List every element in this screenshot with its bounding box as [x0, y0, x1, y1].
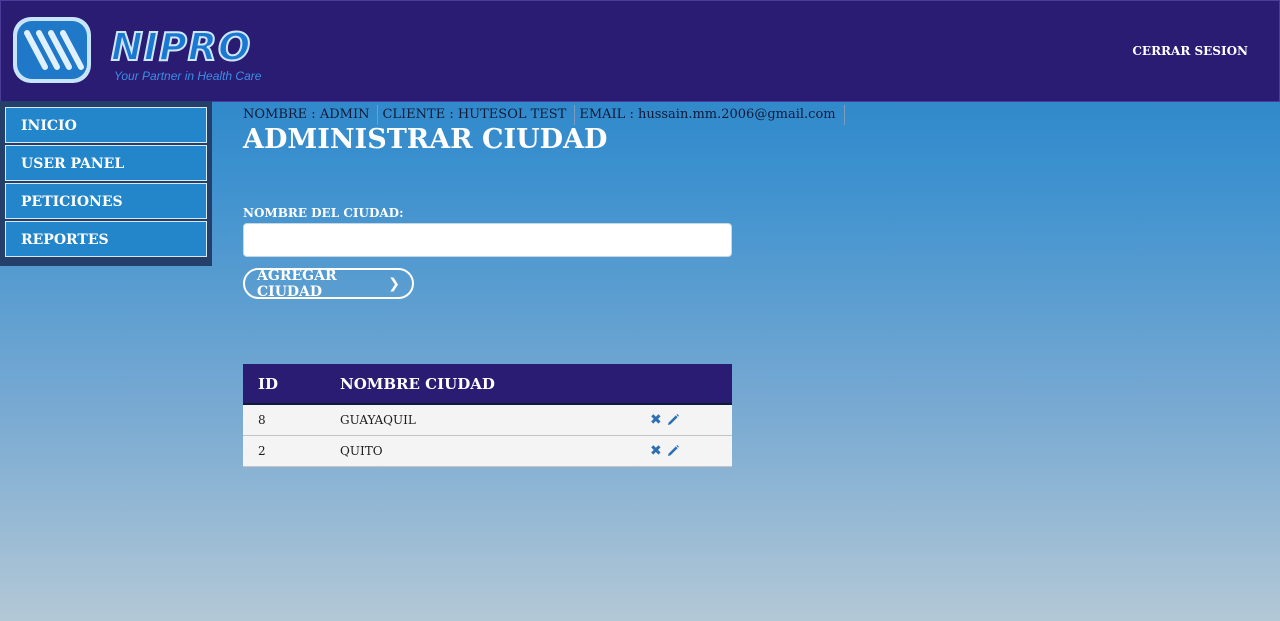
close-icon[interactable]: ✖ [650, 412, 662, 428]
table-row: 8 GUAYAQUIL ✖ [243, 405, 732, 436]
pencil-icon[interactable] [666, 413, 680, 427]
sidebar: INICIO USER PANEL PETICIONES REPORTES [0, 101, 212, 266]
cell-id: 2 [258, 444, 266, 458]
sidebar-item-user-panel[interactable]: USER PANEL [5, 145, 207, 181]
row-actions: ✖ [650, 443, 732, 459]
cities-table: ID NOMBRE CIUDAD 8 GUAYAQUIL ✖ 2 QUITO ✖ [243, 364, 732, 467]
cell-name: GUAYAQUIL [340, 413, 416, 427]
header-id: ID [258, 374, 279, 393]
user-name: NOMBRE : ADMIN [243, 105, 379, 125]
logo-text: NIPRO [110, 25, 252, 69]
logo-tagline: Your Partner in Health Care [114, 69, 262, 83]
table-header: ID NOMBRE CIUDAD [243, 364, 732, 405]
sidebar-item-inicio[interactable]: INICIO [5, 107, 207, 143]
chevron-right-icon: ❯ [388, 275, 400, 292]
logout-link[interactable]: CERRAR SESION [1132, 44, 1248, 58]
table-row: 2 QUITO ✖ [243, 436, 732, 467]
nipro-logo-icon [13, 17, 91, 83]
city-name-input[interactable] [243, 223, 732, 257]
sidebar-item-reportes[interactable]: REPORTES [5, 221, 207, 257]
cell-name: QUITO [340, 444, 383, 458]
user-client: CLIENTE : HUTESOL TEST [382, 105, 576, 125]
pencil-icon[interactable] [666, 444, 680, 458]
city-name-label: NOMBRE DEL CIUDAD: [243, 206, 404, 220]
add-city-label: AGREGAR CIUDAD [257, 267, 337, 300]
header: NIPRO Your Partner in Health Care CERRAR… [0, 0, 1280, 102]
header-name: NOMBRE CIUDAD [340, 374, 495, 393]
row-actions: ✖ [650, 412, 732, 428]
page-title: ADMINISTRAR CIUDAD [243, 124, 608, 155]
sidebar-item-peticiones[interactable]: PETICIONES [5, 183, 207, 219]
add-city-button[interactable]: AGREGAR CIUDAD ❯ [243, 267, 414, 300]
user-info-bar: NOMBRE : ADMIN CLIENTE : HUTESOL TEST EM… [243, 105, 849, 125]
close-icon[interactable]: ✖ [650, 443, 662, 459]
cell-id: 8 [258, 413, 266, 427]
user-email: EMAIL : hussain.mm.2006@gmail.com [579, 105, 845, 125]
